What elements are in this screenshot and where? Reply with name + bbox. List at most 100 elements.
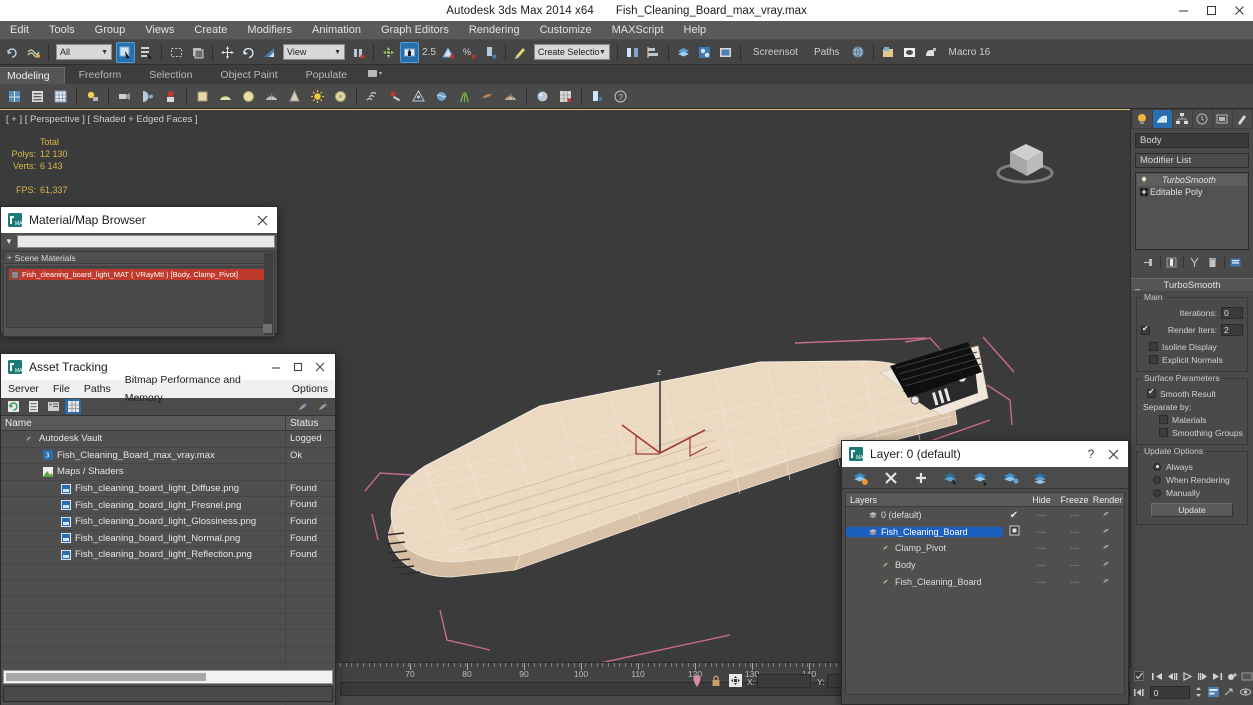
menu-rendering[interactable]: Rendering [459,21,530,40]
modifier-turbosmooth[interactable]: TurboSmooth [1137,174,1247,186]
camera-icon[interactable] [115,86,134,106]
isoline-display-row[interactable]: Isoline Display [1141,340,1243,353]
delete-highlighted-layer-icon[interactable] [879,468,903,487]
menu-create[interactable]: Create [184,21,237,40]
globe-icon[interactable] [849,42,868,63]
column-header-freeze[interactable]: Freeze [1058,493,1091,506]
ribbon-tab-populate[interactable]: Populate [292,67,361,84]
modifier-list-dropdown[interactable]: Modifier List [1135,153,1249,168]
ribbon-tab-object-paint[interactable]: Object Paint [206,67,291,84]
layer-render-cell[interactable] [1091,509,1124,521]
update-when-rendering-row[interactable]: When Rendering [1141,473,1243,486]
help-about-icon[interactable]: ? [295,399,311,414]
current-frame-field[interactable]: 0 [1149,685,1191,699]
asset-tracking-table[interactable]: Name Status Autodesk Vault Logged 3 Fish_Cl… [1,416,335,705]
smooth-result-checkbox[interactable] [1147,387,1156,398]
layer-table-row[interactable]: Body --- --- [846,557,1124,574]
expand-plus-icon[interactable] [1139,188,1148,197]
update-button[interactable]: Update [1151,503,1233,517]
scrollbar-thumb[interactable] [263,324,272,333]
reference-coordinate-combo[interactable]: View ▼ [283,44,345,60]
tube-primitive-icon[interactable] [331,86,350,106]
sphere-primitive-icon[interactable] [216,86,235,106]
view-cube[interactable] [990,128,1060,190]
scene-materials-group[interactable]: + Scene Materials [4,252,274,264]
asset-table-row[interactable]: 3 Fish_Cleaning_Board_max_vray.max Ok [1,447,335,465]
help-icon[interactable]: ? [611,86,630,106]
key-filters-icon[interactable] [1241,669,1253,683]
goto-start-icon[interactable] [1151,669,1164,683]
render-production-icon[interactable] [900,42,919,63]
ribbon-table-icon[interactable] [51,86,70,106]
asset-table-row[interactable]: Fish_cleaning_board_light_Normal.png Foun… [1,530,335,548]
cone-primitive-icon[interactable] [285,86,304,106]
select-and-rotate-icon[interactable] [239,42,258,63]
menu-group[interactable]: Group [85,21,136,40]
details-view-icon[interactable] [45,399,61,414]
menu-animation[interactable]: Animation [302,21,371,40]
menu-help[interactable]: Help [674,21,717,40]
layer-hide-cell[interactable]: --- [1025,527,1058,537]
orbit-view-icon[interactable] [1238,685,1252,699]
menu-tools[interactable]: Tools [39,21,85,40]
delete-modifier-icon[interactable] [1205,255,1221,270]
at-menu-server[interactable]: Server [1,380,46,398]
set-key-icon[interactable] [1226,669,1239,683]
geosphere-primitive-icon[interactable] [262,86,281,106]
layer-render-cell[interactable] [1091,576,1124,588]
next-frame-icon[interactable] [1196,669,1209,683]
use-pivot-center-icon[interactable] [349,42,368,63]
at-menu-file[interactable]: File [46,380,77,398]
layer-table-row[interactable]: Fish_Cleaning_Board --- --- [846,524,1124,541]
cylinder-primitive-icon[interactable] [239,86,258,106]
turbosmooth-rollout-header[interactable]: _ TurboSmooth [1131,278,1253,291]
polygon-modeling-icon[interactable] [5,86,24,106]
iterations-field[interactable]: 0 [1221,307,1243,319]
asset-tracking-maximize-button[interactable] [287,355,309,379]
pin-stack-icon[interactable] [1141,255,1157,270]
pan-view-icon[interactable] [1223,685,1237,699]
menu-graph-editors[interactable]: Graph Editors [371,21,459,40]
ribbon-overflow-icon[interactable] [361,67,389,84]
render-iters-field[interactable]: 2 [1221,324,1243,336]
menu-maxscript[interactable]: MAXScript [602,21,674,40]
column-header-name[interactable]: Name [1,416,286,430]
modifier-editable-poly[interactable]: Editable Poly [1137,186,1247,198]
material-list-scrollbar[interactable] [263,253,273,335]
update-always-row[interactable]: Always [1141,460,1243,473]
explicit-normals-checkbox[interactable] [1149,355,1158,364]
layer-manager-icon[interactable] [674,42,693,63]
layer-dialog[interactable]: MAX Layer: 0 (default) ? [841,440,1129,705]
close-button[interactable] [1225,0,1253,21]
render-iters-checkbox[interactable] [1141,324,1150,335]
menu-modifiers[interactable]: Modifiers [237,21,302,40]
layer-freeze-cell[interactable]: --- [1058,577,1091,587]
materials-checkbox[interactable] [1159,415,1168,424]
menu-views[interactable]: Views [135,21,184,40]
layer-dialog-help-button[interactable]: ? [1080,442,1102,466]
isoline-display-checkbox[interactable] [1149,342,1158,351]
water-icon[interactable] [432,86,451,106]
goto-end-icon[interactable] [1211,669,1224,683]
ribbon-tab-selection[interactable]: Selection [135,67,206,84]
create-new-layer-icon[interactable] [849,468,873,487]
named-selection-combo[interactable]: Create Selection S ▼ [533,44,610,60]
maximize-button[interactable] [1197,0,1225,21]
asset-table-row[interactable]: Fish_cleaning_board_light_Fresnel.png Fou… [1,497,335,514]
screenshot-label[interactable]: Screensot [745,47,806,58]
update-manually-radio[interactable] [1153,488,1161,497]
layer-render-cell[interactable] [1091,542,1124,554]
material-browser-close-button[interactable] [251,208,273,232]
select-by-name-icon[interactable] [137,42,156,63]
select-and-manipulate-icon[interactable] [379,42,398,63]
percent-snap-icon[interactable]: % [460,42,479,63]
layer-freeze-cell[interactable]: --- [1058,527,1091,537]
layer-freeze-cell[interactable]: --- [1058,543,1091,553]
set-highlighted-layer-current-icon[interactable] [1029,468,1053,487]
material-list[interactable]: Fish_cleaning_board_light_MAT ( VRayMtl … [6,266,272,328]
collapse-icon[interactable]: _ [1135,280,1140,290]
light-icon[interactable] [83,86,102,106]
macro-label[interactable]: Macro 16 [941,47,999,58]
asset-table-row[interactable]: Maps / Shaders [1,464,335,481]
asset-tracking-close-button[interactable] [309,355,331,379]
